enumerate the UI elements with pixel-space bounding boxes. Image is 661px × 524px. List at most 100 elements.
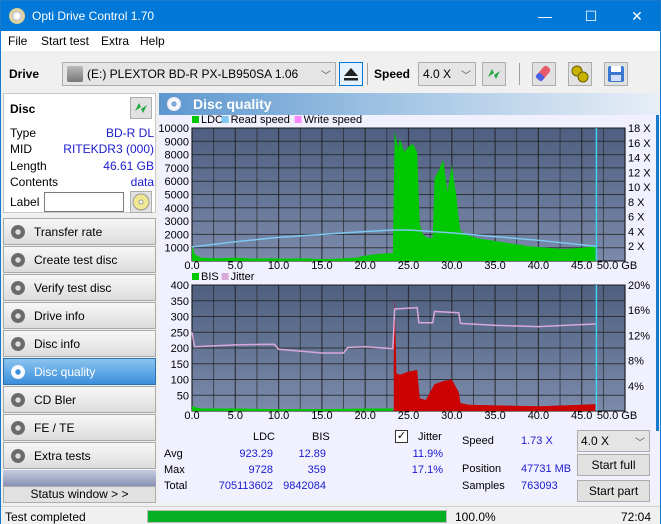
- drive-select[interactable]: (E:) PLEXTOR BD-R PX-LB950SA 1.06 ﹀: [62, 62, 336, 86]
- y-tick-label: 10000: [159, 123, 189, 135]
- x-tick-label: 15.0: [311, 410, 332, 422]
- y-tick-label: 6000: [165, 176, 189, 188]
- nav-drive-info[interactable]: Drive info: [3, 302, 156, 329]
- nav-label: Disc info: [34, 337, 81, 351]
- close-button[interactable]: ✕: [614, 1, 660, 31]
- y-right-tick-label: 4%: [628, 381, 644, 393]
- speed-select[interactable]: 4.0 X ﹀: [418, 62, 476, 86]
- disc-label-input[interactable]: [44, 192, 124, 212]
- y-right-tick-label: 2 X: [628, 241, 645, 253]
- x-tick-label: 35.0: [484, 410, 505, 422]
- y-right-tick-label: 4 X: [628, 226, 645, 238]
- disc-refresh-button[interactable]: [130, 97, 152, 119]
- settings-button[interactable]: [568, 62, 592, 86]
- disc-info-panel: Disc Type BD-R DL MID RITEKDR3 (000) Len…: [3, 93, 156, 213]
- status-window-button[interactable]: Status window > >: [3, 486, 156, 503]
- nav-verify-test-disc[interactable]: Verify test disc: [3, 274, 156, 301]
- total-bis: 9842084: [283, 480, 326, 492]
- disc-info-icon: [11, 337, 25, 351]
- position-value: 47731 MB: [521, 463, 572, 475]
- test-speed-value: 4.0 X: [581, 434, 610, 448]
- x-tick-label: 40.0: [528, 260, 549, 272]
- y-right-tick-label: 8%: [628, 356, 644, 368]
- nav-cd-bler[interactable]: CD Bler: [3, 386, 156, 413]
- x-tick-label: 50.0 GB: [597, 410, 637, 422]
- total-ldc: 705113602: [218, 480, 273, 492]
- y-right-tick-label: 16 X: [628, 138, 651, 150]
- disc-quality-header: Disc quality: [159, 93, 659, 115]
- save-icon: [608, 66, 624, 82]
- y-tick-label: 5000: [165, 190, 189, 202]
- verify-disc-icon: [11, 281, 25, 295]
- field-key: Type: [10, 126, 37, 140]
- stats-panel: LDC BIS ✓ Jitter Avg 923.29 12.89 11.9% …: [159, 430, 659, 503]
- panel-title: Disc quality: [193, 96, 272, 112]
- status-text: Test completed: [5, 510, 86, 524]
- minimize-button[interactable]: —: [522, 1, 568, 31]
- max-ldc: 9728: [248, 464, 273, 476]
- menu-extra[interactable]: Extra: [101, 34, 129, 48]
- x-tick-label: 10.0: [268, 410, 289, 422]
- field-key: Contents: [10, 175, 59, 189]
- nav-label: FE / TE: [34, 421, 75, 435]
- create-disc-icon: [11, 253, 25, 267]
- nav-disc-info[interactable]: Disc info: [3, 330, 156, 357]
- x-tick-label: 0.0: [184, 260, 199, 272]
- maximize-button[interactable]: ☐: [568, 1, 614, 31]
- y-tick-label: 50: [177, 390, 189, 402]
- max-bis: 359: [307, 464, 326, 476]
- y-right-tick-label: 20%: [628, 280, 650, 292]
- nav-create-test-disc[interactable]: Create test disc: [3, 246, 156, 273]
- app-disc-icon: [9, 8, 25, 24]
- menu-start-test[interactable]: Start test: [41, 34, 89, 48]
- eject-button[interactable]: [339, 62, 363, 86]
- y-tick-label: 400: [171, 280, 189, 292]
- y-right-tick-label: 8 X: [628, 197, 645, 209]
- nav-fe-te[interactable]: FE / TE: [3, 414, 156, 441]
- y-tick-label: 200: [171, 343, 189, 355]
- refresh-swap-icon: [488, 69, 500, 79]
- nav-label: CD Bler: [34, 393, 77, 407]
- nav-filler: [3, 470, 156, 486]
- nav-disc-quality[interactable]: Disc quality: [3, 358, 156, 385]
- erase-button[interactable]: [532, 62, 556, 86]
- jitter-checkbox[interactable]: ✓: [395, 430, 408, 443]
- field-value: RITEKDR3 (000): [63, 142, 154, 156]
- elapsed-time: 72:04: [621, 510, 652, 524]
- progress-bar: [147, 510, 447, 523]
- menu-help[interactable]: Help: [140, 34, 165, 48]
- nav-extra-tests[interactable]: Extra tests: [3, 442, 156, 469]
- nav-transfer-rate[interactable]: Transfer rate: [3, 218, 156, 245]
- jitter-label: Jitter: [418, 431, 442, 443]
- legend-swatch: [192, 273, 199, 280]
- samples-label: Samples: [462, 480, 505, 492]
- field-key: MID: [10, 142, 32, 156]
- x-tick-label: 0.0: [184, 410, 199, 422]
- save-button[interactable]: [604, 62, 628, 86]
- refresh-button[interactable]: [482, 62, 506, 86]
- menu-file[interactable]: File: [8, 34, 27, 48]
- y-tick-label: 9000: [165, 136, 189, 148]
- drive-info-icon: [11, 309, 25, 323]
- disc-field-type: Type BD-R DL: [10, 126, 154, 142]
- legend-label: Jitter: [231, 271, 255, 283]
- y-tick-label: 7000: [165, 163, 189, 175]
- row-label-max: Max: [164, 464, 185, 476]
- fe-te-icon: [11, 421, 25, 435]
- y-tick-label: 350: [171, 296, 189, 308]
- x-tick-label: 30.0: [441, 260, 462, 272]
- x-tick-label: 25.0: [398, 260, 419, 272]
- start-part-button[interactable]: Start part: [577, 480, 650, 502]
- nav-label: Extra tests: [34, 449, 91, 463]
- start-full-button[interactable]: Start full: [577, 454, 650, 476]
- test-speed-select[interactable]: 4.0 X ﹀: [577, 430, 650, 452]
- y-right-tick-label: 12 X: [628, 167, 651, 179]
- toolbar-separator: [519, 63, 520, 85]
- legend-label: LDC: [201, 115, 223, 126]
- label-key: Label: [10, 195, 40, 209]
- title-bar: Opti Drive Control 1.70 — ☐ ✕: [1, 1, 660, 31]
- disc-label-button[interactable]: [130, 191, 152, 213]
- drive-value: (E:) PLEXTOR BD-R PX-LB950SA 1.06: [87, 67, 299, 81]
- eject-icon: [344, 68, 358, 81]
- disc-quality-icon: [167, 97, 181, 111]
